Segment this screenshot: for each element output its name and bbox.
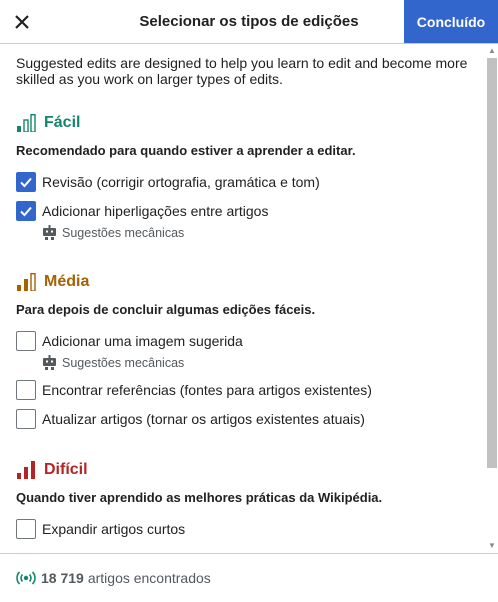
checkbox-update[interactable] — [16, 409, 36, 429]
difficulty-hard-icon — [17, 461, 35, 479]
scroll-down-arrow-icon[interactable]: ▼ — [487, 541, 497, 551]
dialog-body[interactable]: Suggested edits are designed to help you… — [0, 44, 498, 553]
machine-suggestions-label: Sugestões mecânicas — [62, 225, 185, 240]
option-add-image[interactable]: Adicionar uma imagem sugerida — [16, 331, 243, 351]
option-add-links[interactable]: Adicionar hiperligações entre artigos — [16, 201, 268, 221]
intro-text: Suggested edits are designed to help you… — [16, 55, 468, 87]
machine-suggestions-label: Sugestões mecânicas — [62, 355, 185, 370]
checkbox-add-image[interactable] — [16, 331, 36, 351]
option-copyedit[interactable]: Revisão (corrigir ortografia, gramática … — [16, 172, 320, 192]
machine-suggestions-note: Sugestões mecânicas — [42, 355, 184, 370]
scroll-up-arrow-icon[interactable]: ▲ — [487, 46, 497, 56]
machine-suggestions-note: Sugestões mecânicas — [42, 225, 184, 240]
checkbox-copyedit[interactable] — [16, 172, 36, 192]
checkbox-references[interactable] — [16, 380, 36, 400]
level-description-hard: Quando tiver aprendido as melhores práti… — [16, 490, 383, 505]
option-label: Expandir artigos curtos — [42, 521, 186, 537]
close-icon — [15, 14, 29, 29]
option-expand[interactable]: Expandir artigos curtos — [16, 519, 185, 539]
dialog-title: Selecionar os tipos de edições — [139, 13, 359, 30]
scrollbar[interactable]: ▲ ▼ — [483, 44, 498, 553]
robot-icon — [43, 225, 56, 240]
level-title-hard: Difícil — [44, 461, 88, 478]
level-hard: Difícil Quando tiver aprendido as melhor… — [16, 460, 468, 505]
check-icon — [20, 177, 32, 188]
option-references[interactable]: Encontrar referências (fontes para artig… — [16, 380, 372, 400]
robot-icon — [43, 355, 56, 370]
close-button[interactable] — [0, 0, 44, 43]
level-title-medium: Média — [44, 273, 90, 290]
checkbox-add-links[interactable] — [16, 201, 36, 221]
option-label: Adicionar uma imagem sugerida — [42, 333, 243, 349]
difficulty-easy-icon — [17, 114, 36, 132]
option-label: Adicionar hiperligações entre artigos — [42, 203, 269, 219]
live-signal-icon — [16, 571, 36, 585]
level-description-easy: Recomendado para quando estiver a aprend… — [16, 143, 356, 158]
option-label: Encontrar referências (fontes para artig… — [42, 382, 372, 398]
option-label: Revisão (corrigir ortografia, gramática … — [42, 174, 320, 190]
articles-found-label: artigos encontrados — [87, 570, 211, 586]
edit-types-dialog: Selecionar os tipos de edições Concluído… — [0, 0, 498, 602]
dialog-header: Selecionar os tipos de edições Concluído — [0, 0, 498, 44]
checkbox-expand[interactable] — [16, 519, 36, 539]
dialog-footer: 18 719 artigos encontrados — [0, 553, 498, 602]
level-title-easy: Fácil — [44, 114, 81, 131]
level-medium: Média Para depois de concluir algumas ed… — [16, 272, 468, 317]
check-icon — [20, 206, 32, 217]
option-update[interactable]: Atualizar artigos (tornar os artigos exi… — [16, 409, 365, 429]
difficulty-medium-icon — [17, 273, 36, 291]
articles-count: 18 719 — [41, 570, 84, 586]
done-button[interactable]: Concluído — [404, 0, 498, 43]
scrollbar-thumb[interactable] — [487, 58, 497, 468]
option-label: Atualizar artigos (tornar os artigos exi… — [42, 411, 365, 427]
level-easy: Fácil Recomendado para quando estiver a … — [16, 113, 468, 158]
level-description-medium: Para depois de concluir algumas edições … — [16, 302, 316, 317]
